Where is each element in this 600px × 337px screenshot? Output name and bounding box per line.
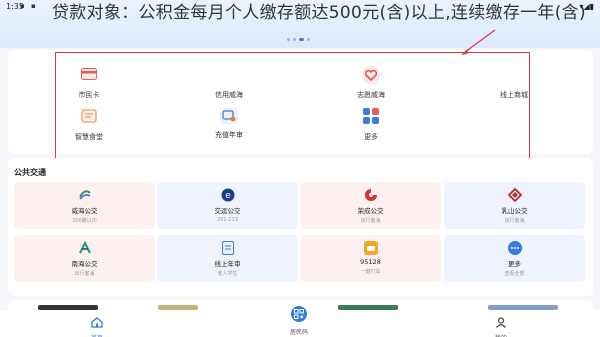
rongcheng-logo-icon [364, 188, 378, 202]
transit-name: 交运公交 [214, 207, 241, 215]
heart-icon [362, 66, 380, 84]
transit-name: 乳山公交 [501, 207, 528, 215]
service-online-mall[interactable]: 线上商城 [469, 66, 559, 100]
service-label: 智慧食堂 [75, 133, 103, 141]
transit-sub: 出行客海 [74, 271, 95, 277]
more-grid-icon [363, 108, 379, 124]
status-notification-icons: ▪ ▪ [20, 2, 38, 10]
service-volunteer-weihai[interactable]: 志愿威海 [326, 66, 416, 100]
transit-rongcheng-bus[interactable]: 荣成公交 出行客海 [300, 182, 441, 229]
svg-text:e: e [225, 191, 231, 201]
nav-label: 居民码 [289, 329, 308, 336]
rushan-logo-icon [507, 188, 522, 202]
section-title: 公共交通 [14, 168, 46, 177]
status-signal-battery-icons: ▾◢▮ [579, 2, 594, 11]
service-citizen-card[interactable]: 市民卡 [44, 66, 134, 100]
credit-icon [221, 66, 237, 82]
transit-sub: 出行客海 [360, 218, 381, 224]
transit-95128-taxi[interactable]: 95128 一键打车 [300, 235, 441, 282]
transit-name: 南海公交 [71, 260, 98, 268]
transit-sub: 老人学生 [217, 271, 238, 277]
service-label: 更多 [364, 133, 378, 141]
service-label: 线上商城 [500, 91, 528, 99]
nav-me[interactable]: 我的 [471, 313, 531, 337]
carousel-dot [293, 38, 296, 41]
carousel-dot-active [299, 38, 304, 41]
home-icon [91, 317, 103, 328]
nav-label: 我的 [471, 333, 531, 337]
taxi-icon [363, 241, 378, 255]
transit-name: 威海公交 [71, 207, 98, 215]
banner[interactable]: 1:35 ▪ ▪ 贷款对象：公积金每月个人缴存额达500元(含)以上,连续缴存一… [0, 0, 600, 48]
public-transit-section: 公共交通 威海公交 200路以内 e 交运公交 201-213 荣成公交 出行客… [8, 158, 593, 296]
transit-rushan-bus[interactable]: 乳山公交 出行客海 [444, 182, 585, 229]
transit-nanhai-bus[interactable]: 南海公交 出行客海 [14, 235, 155, 282]
qr-code-icon [294, 309, 304, 319]
card-icon [81, 66, 97, 82]
annual-review-icon [221, 241, 235, 255]
nav-label: 首页 [67, 333, 127, 337]
recharge-icon [220, 108, 238, 124]
transit-sub: 出行客海 [504, 218, 525, 224]
carousel-dot [287, 38, 290, 41]
jiaoyun-logo-icon: e [221, 188, 235, 202]
transit-sub: 查看全部 [504, 271, 525, 277]
annotation-arrow-icon [461, 29, 496, 55]
transit-sub: 200路以内 [72, 218, 97, 224]
nanhai-logo-icon [78, 241, 92, 255]
transit-online-annual-review[interactable]: 线上年审 老人学生 [157, 235, 298, 282]
service-label: 信用威海 [215, 91, 243, 99]
transit-name: 更多 [508, 260, 521, 268]
transit-name: 95128 [360, 258, 381, 266]
mall-icon [506, 66, 522, 82]
more-chat-icon [507, 241, 522, 255]
service-label: 市民卡 [78, 91, 100, 99]
service-credit-weihai[interactable]: 信用威海 [184, 66, 274, 100]
transit-sub: 一键打车 [360, 269, 381, 275]
user-icon [496, 317, 506, 328]
banner-text: 贷款对象：公积金每月个人缴存额达500元(含)以上,连续缴存一年(含) [52, 3, 586, 23]
service-smart-canteen[interactable]: 智慧食堂 [44, 108, 134, 142]
transit-name: 线上年审 [214, 260, 241, 268]
transit-weihai-bus[interactable]: 威海公交 200路以内 [14, 182, 155, 229]
transit-sub: 201-213 [217, 217, 238, 223]
service-more[interactable]: 更多 [326, 108, 416, 142]
canteen-icon [81, 108, 97, 124]
service-label: 充值年审 [215, 131, 243, 139]
transit-more[interactable]: 更多 查看全部 [444, 235, 585, 282]
service-label: 志愿威海 [357, 91, 385, 99]
resident-code-button[interactable] [289, 304, 309, 324]
transit-name: 荣成公交 [357, 207, 384, 215]
carousel-indicator [287, 38, 310, 41]
weihai-bus-logo-icon [78, 188, 92, 202]
service-recharge-review[interactable]: 充值年审 [184, 108, 274, 140]
transit-jiaoyun-bus[interactable]: e 交运公交 201-213 [157, 182, 298, 229]
nav-home[interactable]: 首页 [67, 313, 127, 337]
carousel-dot [307, 38, 310, 41]
services-card: 市民卡 信用威海 志愿威海 线上商城 智慧食堂 充值年审 更多 [8, 50, 593, 154]
